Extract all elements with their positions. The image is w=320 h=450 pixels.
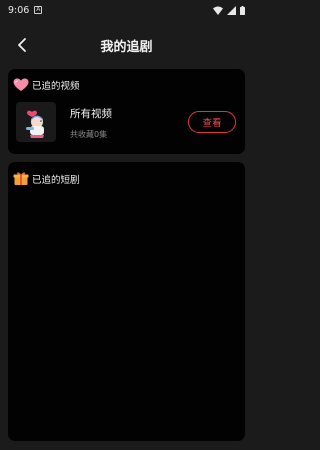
back-button[interactable]	[14, 37, 30, 53]
followed-videos-label: 已追的视频	[32, 81, 80, 92]
wifi-icon	[213, 6, 223, 15]
followed-shorts-heading: 已追的短剧	[13, 171, 80, 186]
page-title: 我的追剧	[100, 39, 153, 55]
notification-icon: A	[34, 6, 43, 14]
status-bar: 9:06 A	[0, 0, 253, 20]
followed-videos-heading: 已追的视频	[13, 78, 80, 92]
system-navigation-area	[0, 442, 253, 450]
status-icons	[213, 5, 245, 15]
gift-icon	[13, 172, 29, 185]
video-thumbnail[interactable]	[16, 102, 56, 142]
followed-videos-card: 已追的视频 所有视频 共收藏0集 查看	[8, 69, 245, 154]
followed-shorts-label: 已追的短剧	[32, 174, 80, 186]
heart-icon	[13, 78, 29, 91]
cartoon-character-icon	[26, 110, 44, 138]
status-time: 9:06	[8, 4, 30, 16]
video-count: 共收藏0集	[70, 130, 108, 139]
signal-icon	[227, 5, 236, 15]
followed-shorts-card: 已追的短剧	[8, 162, 245, 441]
app-header: 我的追剧	[0, 30, 253, 60]
battery-icon	[240, 5, 245, 15]
view-button[interactable]: 查看	[188, 111, 236, 133]
chevron-left-icon	[18, 38, 26, 52]
video-title[interactable]: 所有视频	[70, 106, 112, 121]
